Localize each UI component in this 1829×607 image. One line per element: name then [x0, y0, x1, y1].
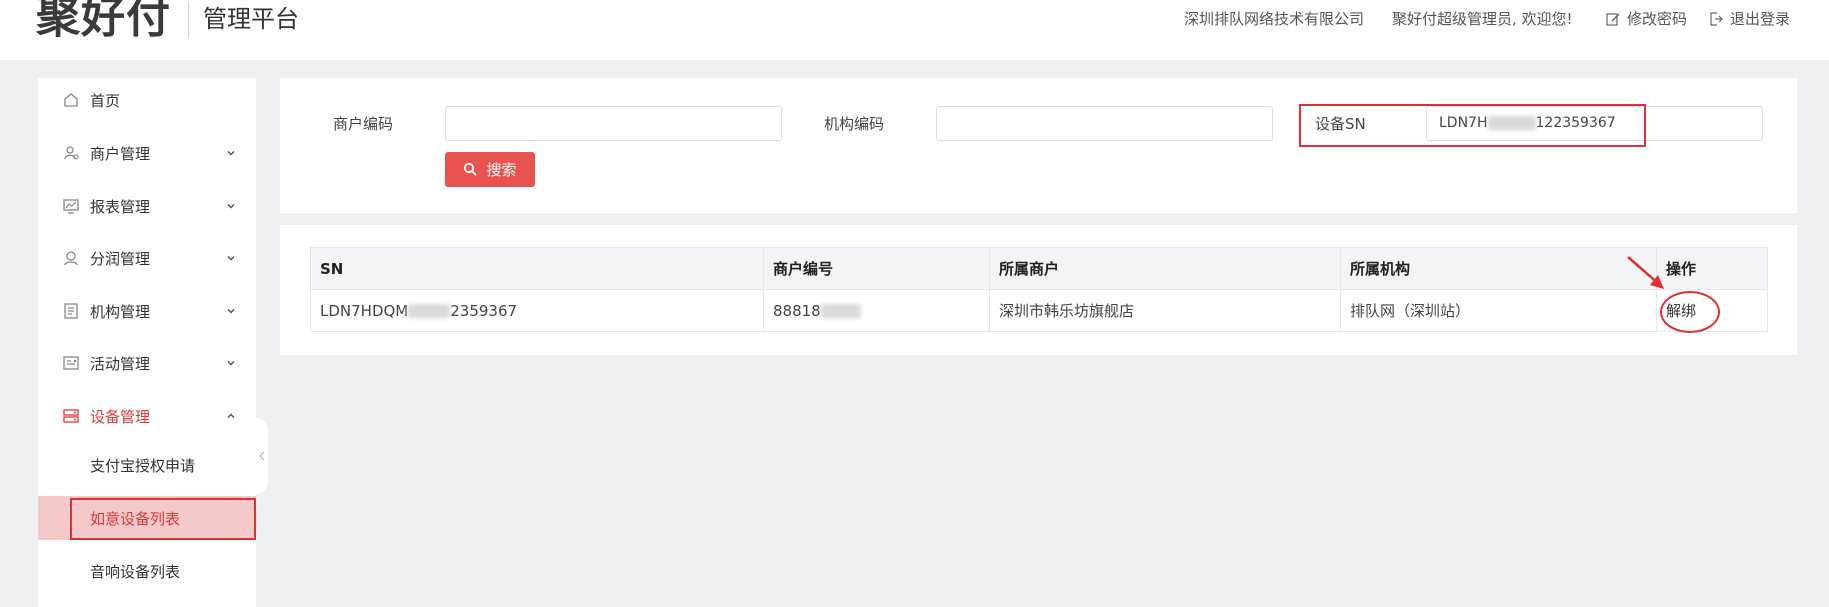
table-row: LDN7HDQM 2359367 88818 深圳市韩乐坊旗舰店 排队网（深圳站）… — [310, 289, 1768, 332]
sidebar-subitem-speaker-device-list[interactable]: 音响设备列表 — [38, 549, 256, 593]
organization-icon — [64, 303, 78, 319]
logout-icon — [1710, 12, 1723, 26]
sidebar-item-label: 首页 — [90, 91, 121, 110]
welcome-text: 聚好付超级管理员, 欢迎您! — [1392, 10, 1573, 28]
logout-label: 退出登录 — [1730, 10, 1791, 28]
logo-divider — [188, 2, 189, 38]
merchant-code-label: 商户编码 — [333, 115, 394, 133]
redacted-patch — [820, 304, 861, 318]
org-code-input[interactable] — [936, 106, 1273, 141]
logout-link[interactable]: 退出登录 — [1708, 8, 1790, 30]
activity-icon — [63, 356, 79, 370]
device-icon — [63, 409, 79, 423]
edit-icon — [1606, 13, 1620, 26]
platform-title: 管理平台 — [203, 5, 299, 33]
search-button-label: 搜索 — [486, 161, 517, 179]
annotation-circle — [1660, 291, 1720, 333]
sidebar-item-report[interactable]: 报表管理 — [38, 186, 256, 226]
home-icon — [64, 93, 78, 107]
sidebar-item-label: 机构管理 — [90, 302, 151, 321]
sidebar-item-label: 设备管理 — [90, 407, 151, 426]
column-header-merchant-no: 商户编号 — [763, 247, 990, 290]
cell-organization: 排队网（深圳站） — [1340, 289, 1657, 332]
sidebar: 首页 商户管理 报表管理 分润管理 机构管理 活动管理 设备管理 支付宝授权申请… — [38, 78, 256, 607]
chevron-left-icon — [259, 451, 265, 461]
sidebar-item-organization[interactable]: 机构管理 — [38, 291, 256, 331]
sidebar-item-label: 分润管理 — [90, 249, 151, 268]
sidebar-item-home[interactable]: 首页 — [38, 80, 256, 120]
sidebar-item-activity[interactable]: 活动管理 — [38, 343, 256, 383]
column-header-sn: SN — [310, 247, 764, 290]
annotation-arrow-icon — [1627, 256, 1664, 289]
search-button[interactable]: 搜索 — [445, 152, 535, 187]
change-password-label: 修改密码 — [1627, 10, 1688, 28]
device-table: SN 商户编号 所属商户 所属机构 操作 LDN7HDQM 2359367 888… — [310, 247, 1768, 332]
sidebar-item-label: 报表管理 — [90, 197, 151, 216]
org-code-label: 机构编码 — [824, 115, 885, 133]
merchant-icon — [64, 146, 79, 160]
annotation-highlight-box — [1299, 104, 1646, 147]
sidebar-item-profit[interactable]: 分润管理 — [38, 238, 256, 278]
sidebar-item-merchant[interactable]: 商户管理 — [38, 133, 256, 173]
search-icon — [464, 162, 478, 176]
sidebar-subitem-ruyi-device-list[interactable]: 如意设备列表 — [38, 496, 256, 540]
cell-merchant-no: 88818 — [763, 289, 990, 332]
column-header-action: 操作 — [1656, 247, 1768, 290]
logo: 聚好付 — [36, 0, 171, 43]
sidebar-item-label: 活动管理 — [90, 354, 151, 373]
company-name: 深圳排队网络技术有限公司 — [1184, 10, 1365, 28]
sidebar-collapse-toggle[interactable] — [256, 418, 268, 494]
merchant-code-input[interactable] — [445, 106, 782, 141]
profit-icon — [64, 251, 78, 266]
chevron-down-icon — [227, 203, 235, 209]
chevron-down-icon — [227, 255, 235, 261]
column-header-organization: 所属机构 — [1340, 247, 1657, 290]
chevron-down-icon — [227, 360, 235, 366]
search-panel: 商户编码 机构编码 设备SN LDN7H 122359367 搜索 — [280, 78, 1797, 213]
cell-merchant: 深圳市韩乐坊旗舰店 — [989, 289, 1341, 332]
redacted-patch — [408, 304, 451, 318]
sidebar-item-device[interactable]: 设备管理 — [38, 396, 256, 436]
table-header-row: SN 商户编号 所属商户 所属机构 操作 — [310, 247, 1768, 290]
sidebar-subitem-alipay-auth[interactable]: 支付宝授权申请 — [38, 443, 256, 487]
chevron-up-icon — [227, 413, 235, 419]
column-header-merchant: 所属商户 — [989, 247, 1341, 290]
sidebar-subitem-label: 如意设备列表 — [90, 509, 181, 528]
sidebar-item-label: 商户管理 — [90, 144, 151, 163]
chevron-down-icon — [227, 308, 235, 314]
top-header: 聚好付 管理平台 深圳排队网络技术有限公司 聚好付超级管理员, 欢迎您! 修改密… — [0, 0, 1829, 60]
sidebar-subitem-label: 支付宝授权申请 — [90, 456, 196, 475]
sidebar-subitem-label: 音响设备列表 — [90, 562, 181, 581]
change-password-link[interactable]: 修改密码 — [1605, 8, 1687, 30]
report-icon — [63, 199, 79, 214]
chevron-down-icon — [227, 150, 235, 156]
results-panel: SN 商户编号 所属商户 所属机构 操作 LDN7HDQM 2359367 888… — [280, 225, 1797, 355]
cell-sn: LDN7HDQM 2359367 — [310, 289, 764, 332]
